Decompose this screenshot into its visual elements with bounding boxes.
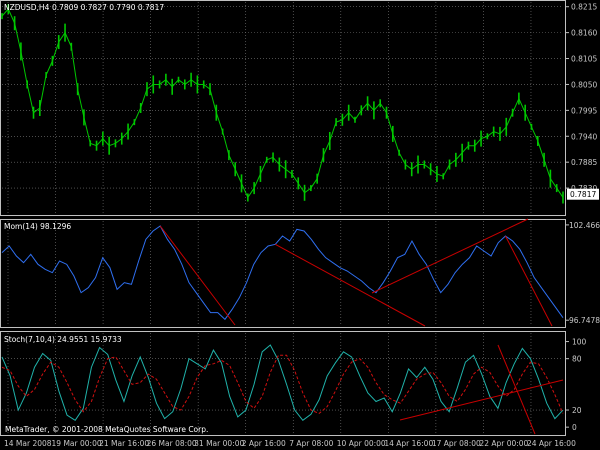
momentum-trendline[interactable] bbox=[275, 243, 426, 327]
momentum-trendline[interactable] bbox=[159, 225, 236, 326]
momentum-trendline[interactable] bbox=[505, 235, 553, 327]
x-axis-label: 21 Mar 16:00 bbox=[99, 439, 149, 448]
stoch-y-tick-label: 20 bbox=[572, 406, 582, 415]
momentum-header: Mom(14) 98.1296 bbox=[4, 222, 71, 231]
stoch-trendline[interactable] bbox=[399, 379, 564, 421]
price-y-tick-label: 0.8160 bbox=[571, 29, 597, 38]
price-panel-frame bbox=[0, 0, 566, 216]
stoch-signal-line bbox=[1, 354, 564, 415]
watermark: MetaTrader, © 2001-2008 MetaQuotes Softw… bbox=[5, 425, 208, 434]
price-y-tick-label: 0.7995 bbox=[571, 106, 597, 115]
momentum-panel-frame bbox=[0, 219, 566, 328]
price-y-tick-label: 0.8050 bbox=[571, 80, 597, 89]
price-y-tick-label: 0.8215 bbox=[571, 3, 597, 12]
x-axis-label: 22 Apr 00:00 bbox=[479, 439, 528, 448]
stochastic-series bbox=[1, 344, 564, 421]
stoch-header: Stoch(7,10,4) 24.9551 15.9733 bbox=[4, 335, 122, 344]
stoch-panel-frame bbox=[0, 331, 566, 436]
current-price-label: 0.7817 bbox=[570, 190, 596, 199]
stoch-y-tick-label: 0 bbox=[572, 423, 577, 432]
price-header-symbol: NZDUSD,H4 bbox=[4, 3, 50, 12]
x-axis-label: 14 Apr 16:00 bbox=[384, 439, 433, 448]
axis-labels: 14 Mar 2008 19 Mar 00:0021 Mar 16:0026 Ma… bbox=[4, 3, 600, 448]
price-y-tick-label: 0.7940 bbox=[571, 132, 597, 141]
stoch-y-tick-label: 100 bbox=[572, 338, 587, 347]
x-axis-label: 19 Mar 00:00 bbox=[52, 439, 102, 448]
trading-chart[interactable]: 14 Mar 2008 19 Mar 00:0021 Mar 16:0026 Ma… bbox=[0, 0, 600, 450]
momentum-line bbox=[1, 225, 564, 321]
price-header-ohlc: 0.7809 0.7827 0.7790 0.7817 bbox=[52, 3, 164, 12]
momentum-y-tick-label: 102.4661 bbox=[569, 221, 600, 230]
price-y-tick-label: 0.8105 bbox=[571, 55, 597, 64]
price-series bbox=[1, 4, 564, 204]
price-y-tick-label: 0.7885 bbox=[571, 158, 597, 167]
stoch-main-line bbox=[1, 344, 564, 421]
x-axis-label: 10 Apr 00:00 bbox=[337, 439, 386, 448]
momentum-y-tick-label: 96.7478 bbox=[569, 316, 600, 325]
x-axis-label: 26 Mar 08:00 bbox=[147, 439, 197, 448]
x-axis-label: 31 Mar 00:00 bbox=[194, 439, 244, 448]
x-axis-label: 24 Apr 16:00 bbox=[527, 439, 576, 448]
x-axis-label: 7 Apr 08:00 bbox=[289, 439, 333, 448]
stoch-y-tick-label: 80 bbox=[572, 355, 582, 364]
x-axis-label: 14 Mar 2008 bbox=[4, 439, 52, 448]
trendlines[interactable] bbox=[159, 218, 564, 435]
x-axis-label: 2 Apr 16:00 bbox=[242, 439, 286, 448]
momentum-series bbox=[1, 225, 564, 321]
x-axis-label: 17 Apr 08:00 bbox=[432, 439, 481, 448]
price-line bbox=[1, 8, 564, 199]
